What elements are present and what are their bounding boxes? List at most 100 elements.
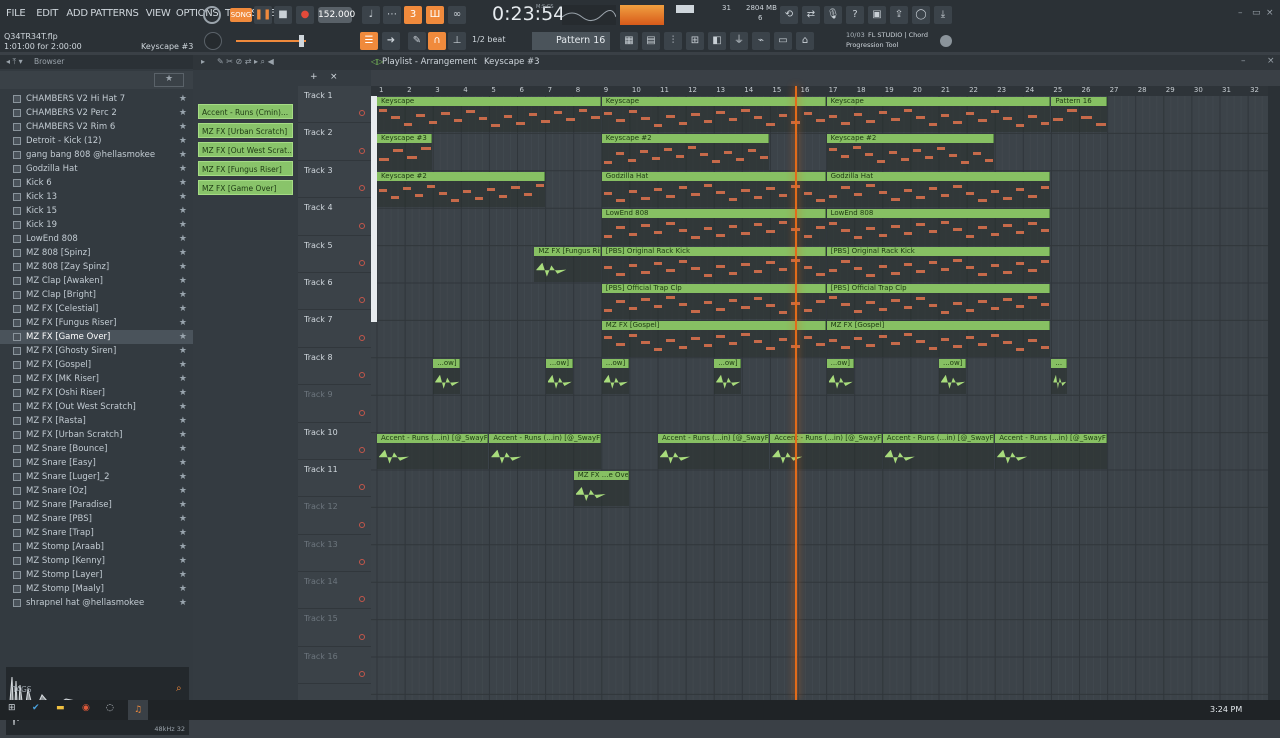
browser-item[interactable]: MZ FX [Gospel] ★	[0, 358, 193, 372]
browser-item[interactable]: MZ 808 [Spinz] ★	[0, 246, 193, 260]
plug-icon[interactable]: ⏚	[730, 32, 748, 50]
star-icon[interactable]: ★	[179, 596, 187, 610]
star-icon[interactable]: ★	[179, 120, 187, 134]
browser-item[interactable]: MZ Snare [Easy] ★	[0, 456, 193, 470]
tags-label[interactable]: TAGS	[12, 685, 32, 694]
browser-item[interactable]: MZ 808 [Zay Spinz] ★	[0, 260, 193, 274]
song-mode-button[interactable]: SONG	[230, 8, 252, 22]
star-icon[interactable]: ★	[179, 428, 187, 442]
tempo-tapper-icon[interactable]: ⌁	[752, 32, 770, 50]
star-icon[interactable]: ★	[179, 526, 187, 540]
save-icon[interactable]: ▣	[868, 6, 886, 24]
playlist-clip[interactable]: Keyscape #3	[377, 134, 433, 170]
pattern-selector[interactable]: Pattern 16	[532, 32, 610, 50]
mixer-icon[interactable]: ⫶	[664, 32, 682, 50]
star-icon[interactable]: ★	[179, 456, 187, 470]
playlist-clip[interactable]: Pattern 16	[1051, 97, 1107, 133]
track-header[interactable]: Track 7	[298, 310, 371, 348]
star-icon[interactable]: ★	[179, 484, 187, 498]
star-icon[interactable]: ★	[179, 386, 187, 400]
picker-clip[interactable]: MZ FX [Game Over]	[198, 180, 293, 195]
star-icon[interactable]: ★	[179, 232, 187, 246]
news-settings-icon[interactable]	[940, 35, 952, 47]
menu-add[interactable]: ADD	[66, 8, 88, 19]
star-icon[interactable]: ★	[179, 372, 187, 386]
browser-item[interactable]: MZ FX [Ghosty Siren] ★	[0, 344, 193, 358]
playlist-clip[interactable]: ...ow]	[601, 358, 629, 395]
playlist-options-icon[interactable]: ▸	[201, 57, 205, 66]
track-header[interactable]: Track 15	[298, 609, 371, 647]
slider-handle[interactable]	[299, 35, 304, 47]
midi-icon[interactable]: ⇄	[802, 6, 820, 24]
track-record-icon[interactable]	[359, 596, 365, 603]
track-header[interactable]: Track 5	[298, 236, 371, 273]
star-icon[interactable]: ★	[179, 106, 187, 120]
vertical-scrollbar[interactable]	[1268, 86, 1280, 700]
star-icon[interactable]: ★	[179, 316, 187, 330]
browser-item[interactable]: MZ FX [Game Over] ★	[0, 330, 193, 344]
step-edit-icon[interactable]: Ш	[426, 6, 444, 24]
track-header[interactable]: Track 3	[298, 161, 371, 199]
star-icon[interactable]: ★	[179, 260, 187, 274]
playlist-clip[interactable]: MZ FX ...e Over]	[573, 471, 629, 507]
playlist-clip[interactable]: [PBS] Official Trap Clp	[826, 284, 1051, 320]
track-header[interactable]: Track 4	[298, 198, 371, 236]
track-header[interactable]: Track 13	[298, 535, 371, 573]
track-header[interactable]: Track 14	[298, 572, 371, 610]
star-icon[interactable]: ★	[179, 442, 187, 456]
track-header[interactable]: Track 9	[298, 385, 371, 423]
star-icon[interactable]: ★	[179, 92, 187, 106]
help-icon[interactable]: ?	[846, 6, 864, 24]
playlist-clip[interactable]: ...ow]	[433, 358, 461, 395]
stop-icon[interactable]: ■	[274, 6, 292, 24]
star-icon[interactable]: ★	[179, 162, 187, 176]
track-record-icon[interactable]	[359, 559, 365, 566]
track-record-icon[interactable]	[359, 521, 365, 528]
star-icon[interactable]: ★	[179, 498, 187, 512]
track-header[interactable]: Track 16	[298, 647, 371, 685]
browser-item[interactable]: Kick 13 ★	[0, 190, 193, 204]
browser-item[interactable]: Godzilla Hat ★	[0, 162, 193, 176]
star-icon[interactable]: ★	[179, 190, 187, 204]
playlist-clip[interactable]: ...ow]	[939, 358, 967, 395]
playlist-clip[interactable]: Keyscape #2	[377, 171, 545, 208]
star-icon[interactable]: ★	[179, 246, 187, 260]
playlist-clip[interactable]: LowEnd 808	[826, 209, 1051, 245]
taskbar-app2-icon[interactable]: ◌	[106, 703, 114, 713]
browser-item[interactable]: MZ Stomp [Layer] ★	[0, 568, 193, 582]
star-icon[interactable]: ★	[179, 134, 187, 148]
track-record-icon[interactable]	[359, 671, 365, 678]
timeline-ruler[interactable]: 1 2 3 4 5 6 7 8 9 10 11 12 13 14 15 16 17 18 19 20 21 22 23 24 2…	[371, 86, 1268, 96]
browser-item[interactable]: shrapnel hat @hellasmokee ★	[0, 596, 193, 610]
browser-item[interactable]: MZ Stomp [Maaly] ★	[0, 582, 193, 596]
maximize-icon[interactable]: ▭	[1252, 8, 1261, 18]
master-volume-knob[interactable]	[204, 32, 222, 50]
playlist-clip[interactable]: Keyscape #2	[826, 134, 995, 170]
channel-rack-icon[interactable]: ▦	[620, 32, 638, 50]
picker-clip[interactable]: Accent - Runs (Cmin)...	[198, 104, 293, 119]
browser-item[interactable]: CHAMBERS V2 Perc 2 ★	[0, 106, 193, 120]
browser-item[interactable]: CHAMBERS V2 Hi Hat 7 ★	[0, 92, 193, 106]
playlist-clip[interactable]: MZ FX [Gospel]	[826, 321, 1051, 357]
track-record-icon[interactable]	[359, 446, 365, 453]
browser-item[interactable]: Kick 15 ★	[0, 204, 193, 218]
delete-track-icon[interactable]: ×	[330, 72, 338, 82]
minimize-icon[interactable]: –	[1238, 8, 1243, 18]
playlist-clip[interactable]: Accent - Runs (...in) [@_SwayFlow]	[882, 433, 995, 469]
news-subtitle[interactable]: Progression Tool	[846, 41, 898, 49]
playhead[interactable]	[795, 86, 797, 700]
browser-item[interactable]: MZ FX [Oshi Riser] ★	[0, 386, 193, 400]
add-track-icon[interactable]: +	[310, 72, 318, 82]
browser-item[interactable]: MZ Snare [Bounce] ★	[0, 442, 193, 456]
chat-icon[interactable]: ◯	[912, 6, 930, 24]
menu-edit[interactable]: EDIT	[36, 8, 58, 19]
track-record-icon[interactable]	[359, 147, 365, 154]
track-header[interactable]: Track 1	[298, 86, 371, 124]
browser-nav-icon[interactable]: ◂ ⤒ ▾	[6, 57, 23, 67]
playlist-clip[interactable]: Keyscape #2	[601, 134, 770, 170]
playlist-clip[interactable]: Godzilla Hat	[826, 171, 1051, 208]
playlist-clip[interactable]: Accent - Runs (...in) [@_SwayFlow]	[770, 433, 882, 469]
news-title[interactable]: FL STUDIO | Chord	[868, 31, 928, 39]
star-icon[interactable]: ★	[179, 470, 187, 484]
fl-studio-taskbar-icon[interactable]: ♫	[128, 700, 148, 720]
